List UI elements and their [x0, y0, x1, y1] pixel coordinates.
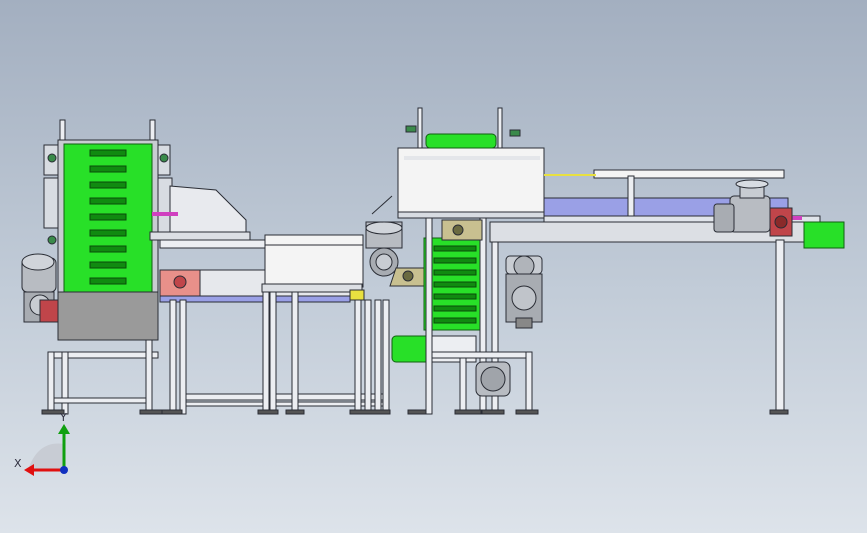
cad-viewport[interactable]: X Y [0, 0, 867, 533]
y-axis-label: Y [60, 411, 67, 424]
lower-right-gear-motor [505, 255, 543, 329]
machine-assembly-drawing [21, 107, 845, 476]
mid-enclosure-box [261, 234, 365, 301]
upper-guard-box [397, 107, 545, 241]
left-drive-motor [21, 253, 59, 323]
right-top-drive-motor [713, 179, 793, 237]
z-axis-dot [60, 466, 68, 474]
y-axis-arrow [58, 424, 70, 434]
middle-green-elevator-belt [391, 237, 487, 363]
x-axis-label: X [14, 457, 22, 470]
view-orientation-triad [24, 424, 70, 476]
left-green-elevator-belt [57, 139, 159, 341]
x-axis-arrow [24, 464, 34, 476]
